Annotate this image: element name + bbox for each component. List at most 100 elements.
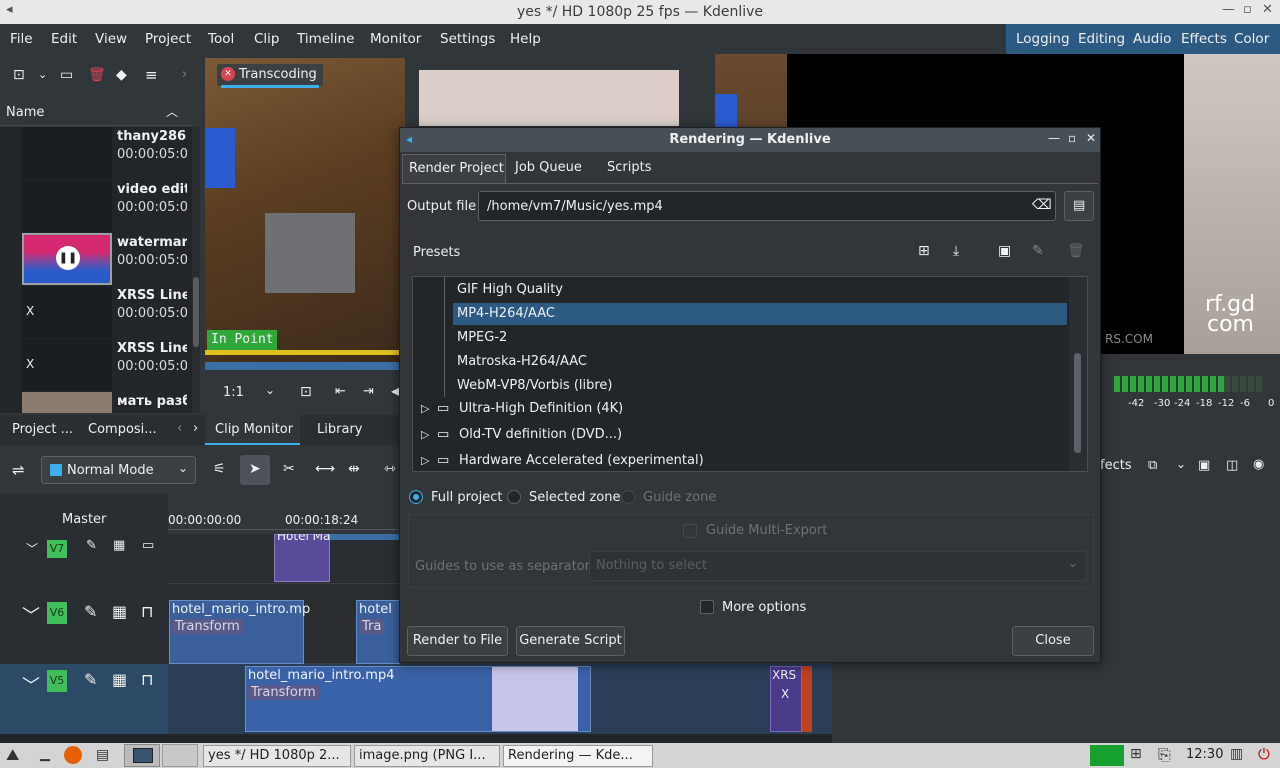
edit-mode-select[interactable]: Normal Mode ⌄	[41, 456, 196, 484]
zoom-level[interactable]: 1:1	[223, 385, 244, 400]
menu-project[interactable]: Project	[145, 31, 191, 47]
chevron-down-icon[interactable]: ⌄	[38, 68, 47, 81]
files-icon[interactable]: ▤	[96, 747, 109, 763]
task-image[interactable]: image.png (PNG I...	[354, 745, 500, 767]
track-badge[interactable]: V5	[47, 670, 67, 692]
preset-folder[interactable]: Ultra-High Definition (4K)	[459, 397, 623, 421]
collapse-icon[interactable]: ﹀	[26, 540, 38, 557]
ripple-icon[interactable]: ⇹	[348, 461, 360, 477]
chevron-down-icon[interactable]: ⌄	[265, 383, 275, 397]
clip-ruler[interactable]	[205, 362, 400, 370]
bin-header[interactable]: Name ︿	[0, 100, 192, 126]
workspace-audio[interactable]: Audio	[1133, 31, 1171, 47]
minimize-icon[interactable]: —	[1222, 2, 1235, 17]
output-file-input[interactable]: /home/vm7/Music/yes.mp4 ⌫	[478, 191, 1056, 221]
workspace-1[interactable]	[124, 744, 160, 767]
lock-icon[interactable]: ▭	[142, 538, 154, 553]
menu-monitor[interactable]: Monitor	[370, 31, 421, 47]
bin-item[interactable]: мать разб	[0, 392, 192, 413]
bin-item[interactable]: video edite 00:00:05:00	[0, 180, 192, 233]
spacer-icon[interactable]: ⟷	[315, 461, 335, 477]
volume-icon[interactable]: ▥	[1230, 746, 1243, 762]
menu-clip[interactable]: Clip	[254, 31, 280, 47]
bin-item[interactable]: ❚❚ watermarl 00:00:05:00	[0, 233, 192, 286]
more-options-checkbox[interactable]	[700, 600, 714, 614]
render-to-file-button[interactable]: Render to File	[407, 626, 508, 656]
film-icon[interactable]: ▦	[113, 538, 125, 553]
workspace-effects[interactable]: Effects	[1181, 31, 1227, 47]
lock-icon[interactable]: ⊓	[141, 602, 153, 621]
track-head-v6[interactable]: ﹀ V6 ✎ ▦ ⊓	[0, 584, 168, 664]
transcoding-badge[interactable]: ✕ Transcoding	[217, 64, 323, 88]
preset-item[interactable]: WebM-VP8/Vorbis (libre)	[457, 375, 613, 397]
cut-icon[interactable]: ✂	[283, 461, 295, 477]
set-in-icon[interactable]: ⇤	[335, 384, 346, 399]
chevron-left-icon[interactable]: ‹	[177, 421, 182, 436]
timeline-menu-icon[interactable]: ⇌	[12, 461, 25, 479]
effects-icon[interactable]: ✎	[84, 670, 97, 689]
clear-input-icon[interactable]: ⌫	[1032, 197, 1052, 213]
start-menu-icon[interactable]: ⛰	[6, 745, 19, 765]
preset-folder[interactable]: Old-TV definition (DVD...)	[459, 423, 622, 447]
timeline-clip[interactable]	[802, 666, 812, 732]
preset-item[interactable]: MPEG-2	[457, 327, 507, 349]
guide-multi-checkbox[interactable]	[683, 524, 697, 538]
bin-item[interactable]: X XRSS Liner 00:00:05:00	[0, 339, 192, 392]
bin-item[interactable]: thany286.n 00:00:05:00	[0, 127, 192, 180]
timeline-clip[interactable]: hotel_mario_intro.mp4 Transform	[245, 666, 591, 732]
bin-scrollbar[interactable]	[192, 127, 200, 413]
save-preset-icon[interactable]: ▣	[998, 243, 1011, 259]
workspace-2[interactable]	[162, 744, 198, 767]
logout-icon[interactable]: ⎘	[1158, 745, 1171, 765]
radio-selected-zone[interactable]	[507, 490, 521, 504]
folder-icon[interactable]: ▭	[60, 67, 73, 83]
track-badge[interactable]: V6	[47, 602, 67, 624]
task-kdenlive[interactable]: yes */ HD 1080p 2...	[203, 745, 351, 767]
browse-file-button[interactable]: ▤	[1064, 191, 1094, 221]
tab-project-bin[interactable]: Project ...	[12, 422, 73, 437]
expand-icon[interactable]: ▷	[421, 428, 429, 441]
bin-item[interactable]: X XRSS Liner 00:00:05:00	[0, 286, 192, 339]
collapse-icon[interactable]: ﹀	[22, 672, 40, 698]
workspace-logging[interactable]: Logging	[1016, 31, 1070, 47]
workspace-color[interactable]: Color	[1234, 31, 1269, 47]
close-button[interactable]: Close	[1012, 626, 1094, 656]
tab-render-project[interactable]: Render Project	[402, 154, 506, 184]
save-icon[interactable]: ▣	[1198, 458, 1210, 473]
effects-icon[interactable]: ✎	[86, 538, 97, 553]
radio-guide-zone[interactable]	[621, 490, 635, 504]
menu-help[interactable]: Help	[510, 31, 541, 47]
timeline-clip[interactable]: hotel Tra	[356, 600, 400, 664]
timeline-clip[interactable]: hotel_mario_intro.mp Transform	[169, 600, 310, 664]
chevron-right-icon[interactable]: ›	[182, 67, 187, 82]
lock-icon[interactable]: ⊓	[141, 670, 153, 689]
select-tool-button[interactable]: ➤	[240, 455, 270, 485]
menu-icon[interactable]: ≡	[145, 66, 158, 84]
chevron-down-icon[interactable]: ⌄	[1176, 457, 1186, 471]
tag-icon[interactable]: ◆	[116, 67, 127, 83]
preset-item[interactable]: Matroska-H264/AAC	[457, 351, 587, 373]
tab-library[interactable]: Library	[317, 422, 362, 437]
menu-edit[interactable]: Edit	[51, 31, 77, 47]
edit-preset-icon[interactable]: ✎	[1032, 243, 1044, 259]
maximize-icon[interactable]: ▫	[1068, 131, 1076, 145]
film-icon[interactable]: ▦	[112, 670, 127, 689]
menu-settings[interactable]: Settings	[440, 31, 495, 47]
preset-item-selected[interactable]: MP4-H264/AAC	[457, 303, 555, 325]
razor-spacer-icon[interactable]: ⚟	[213, 461, 226, 477]
collapse-icon[interactable]: ﹀	[22, 602, 40, 628]
clip-monitor-view[interactable]: ✕ Transcoding In Point	[205, 58, 679, 370]
task-rendering[interactable]: Rendering — Kde...	[503, 745, 653, 767]
split-icon[interactable]: ◫	[1226, 458, 1238, 473]
menu-view[interactable]: View	[95, 31, 127, 47]
expand-icon[interactable]: ▷	[421, 454, 429, 467]
film-icon[interactable]: ▦	[112, 602, 127, 621]
close-icon[interactable]: ✕	[1086, 131, 1096, 145]
tab-job-queue[interactable]: Job Queue	[515, 160, 582, 175]
network-icon[interactable]: ⊞	[1130, 746, 1142, 762]
maximize-icon[interactable]: ▫	[1243, 2, 1252, 17]
tab-compositions[interactable]: Composi...	[88, 422, 157, 437]
timeline-clip[interactable]: XRS X	[770, 666, 802, 732]
compare-icon[interactable]: ⧉	[1148, 458, 1157, 473]
menu-timeline[interactable]: Timeline	[297, 31, 354, 47]
